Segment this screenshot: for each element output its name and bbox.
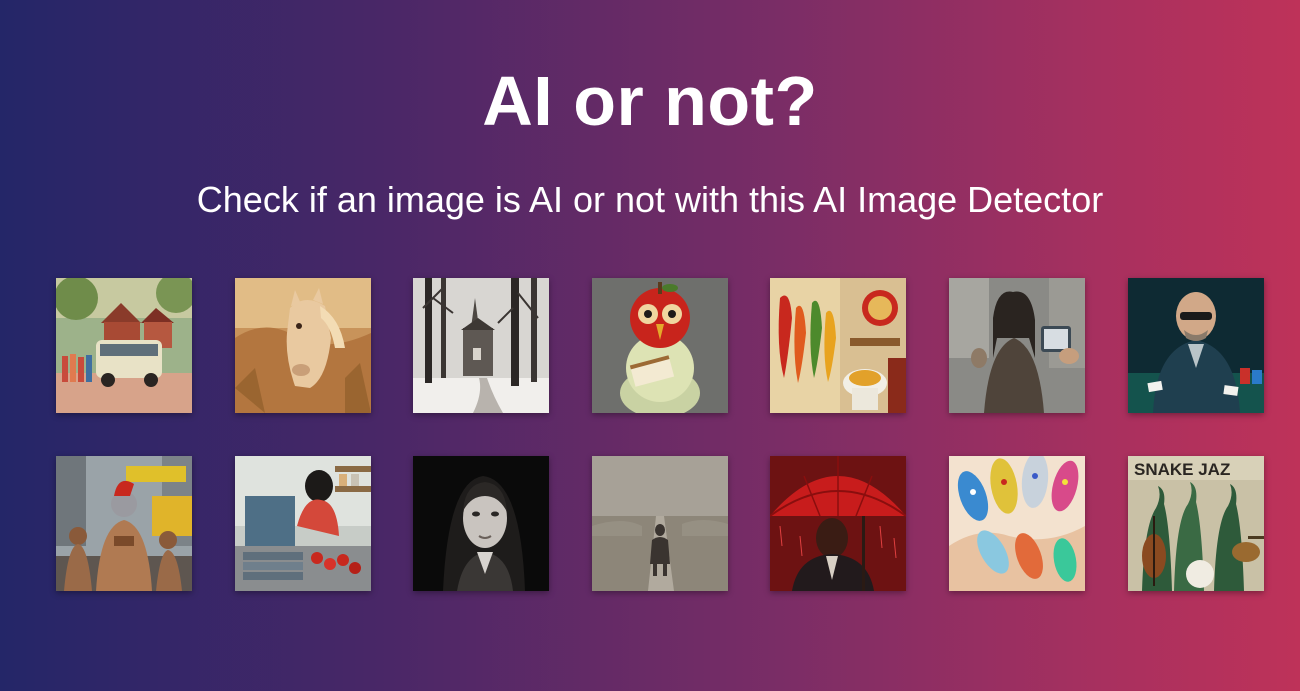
album-title-text: SNAKE JAZ	[1134, 460, 1230, 479]
gallery-image-warriors-street[interactable]	[56, 456, 192, 591]
gallery-image-fog-figure[interactable]	[591, 456, 728, 591]
gallery-image-street-figure[interactable]	[948, 278, 1085, 413]
gallery-image-decorated-nails[interactable]	[948, 456, 1085, 591]
gallery-image-bw-portrait[interactable]	[413, 456, 550, 591]
gallery-image-poker-man[interactable]	[1127, 278, 1264, 413]
gallery-image-kitchen-woman[interactable]	[234, 456, 371, 591]
gallery-image-horse[interactable]	[234, 278, 371, 413]
gallery-image-apple-character[interactable]	[591, 278, 728, 413]
page-subtitle: Check if an image is AI or not with this…	[196, 179, 1104, 220]
gallery-image-red-umbrella[interactable]	[770, 456, 907, 591]
gallery-image-winter-church[interactable]	[413, 278, 550, 413]
gallery-image-chili-bathroom[interactable]	[770, 278, 907, 413]
gallery-image-vintage-bus[interactable]	[56, 278, 192, 413]
image-gallery: SNAKE JAZ	[56, 278, 1264, 591]
page-title: AI or not?	[482, 62, 818, 140]
gallery-image-snake-jazz-album[interactable]: SNAKE JAZ	[1127, 456, 1264, 591]
